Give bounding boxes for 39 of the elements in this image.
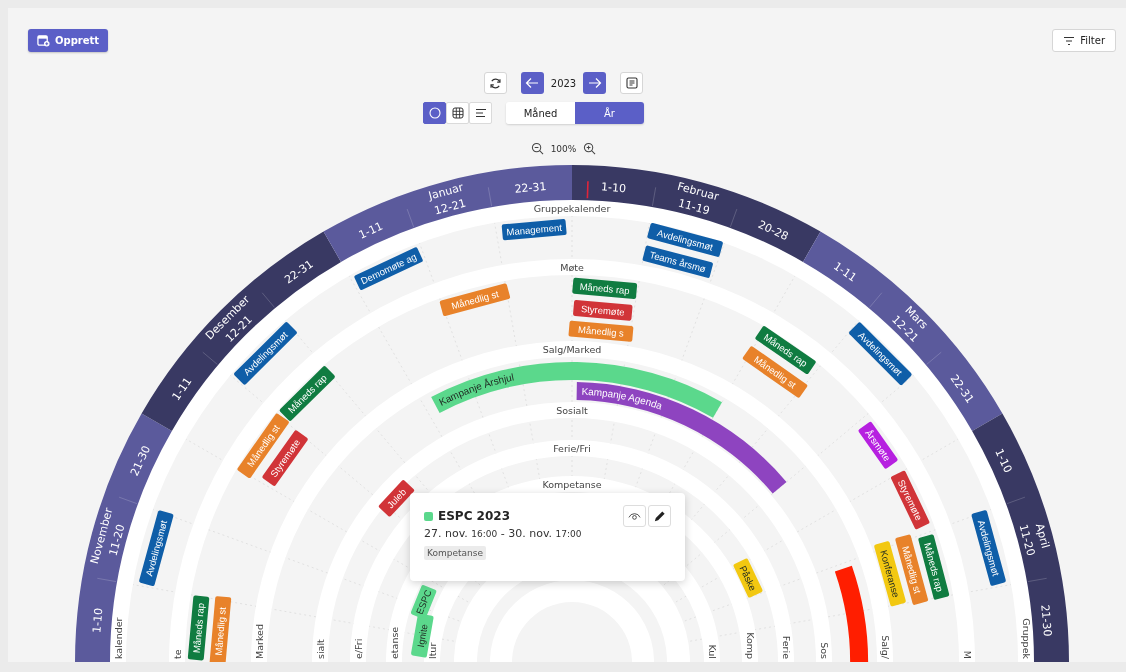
category-label: Gruppekalender [533, 202, 611, 214]
period-label: 1-11 [356, 219, 385, 242]
period-tab[interactable]: Måned [506, 102, 575, 124]
event-chip[interactable]: Månedlig st [209, 595, 232, 662]
category-label: Møte [560, 261, 584, 273]
category-label: Kul [706, 644, 718, 659]
category-label: Komp [744, 632, 756, 659]
period-label: 1-10 [600, 180, 627, 196]
period-tab[interactable]: År [575, 102, 644, 124]
category-label: Marked [253, 624, 265, 659]
create-button[interactable]: Opprett [28, 29, 109, 52]
category-label: Salg/ [879, 635, 891, 659]
period-label: 1-10 [90, 607, 106, 634]
event-title: ESPC 2023 [438, 509, 511, 523]
category-label: Gruppek [1020, 618, 1032, 659]
category-label: M [961, 650, 973, 659]
period-label: 22-31 [514, 179, 547, 196]
event-dates: 27. nov. 16:00 - 30. nov. 17:00 [424, 527, 582, 540]
event-chip[interactable]: Påske [732, 557, 764, 599]
event-chip[interactable]: Styremøte [572, 299, 633, 321]
event-chip[interactable]: Management [501, 218, 567, 241]
category-label: Ferie [780, 635, 792, 659]
category-label: Sos [818, 642, 830, 659]
zoom-value: 100% [550, 143, 577, 154]
category-label: e/Fri [352, 638, 364, 659]
category-label: Salg/Marked [542, 343, 602, 355]
category-label: sialt [314, 639, 326, 659]
event-chip[interactable]: Månedlig st [439, 283, 511, 317]
event-chip[interactable]: Måneds rap [187, 595, 210, 661]
year-label: 2023 [550, 77, 577, 89]
period-label: 1-10 [992, 446, 1015, 475]
event-chip[interactable]: Månedlig s [568, 320, 634, 342]
category-label: etanse [388, 626, 400, 659]
category-label: kalender [112, 617, 124, 659]
event-chip[interactable]: Måneds rap [572, 277, 638, 300]
filter-button[interactable]: Filter [1052, 29, 1116, 52]
period-label: 21-30 [1038, 604, 1055, 637]
category-label: te [171, 649, 183, 659]
category-tag: Kompetanse [424, 546, 486, 560]
